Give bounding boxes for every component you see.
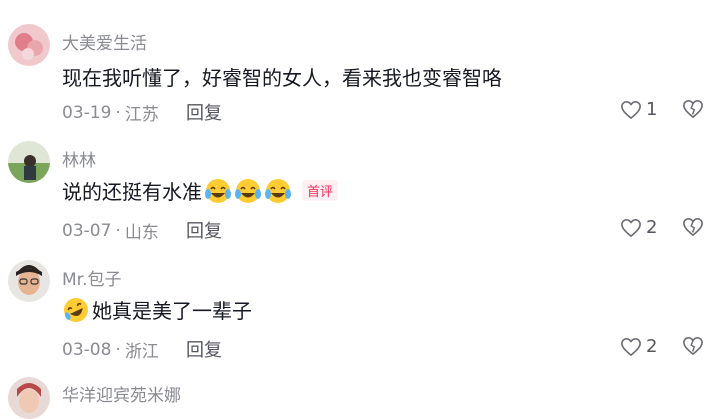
comment-text: 说的还挺有水准 首评 (62, 176, 339, 205)
dislike-button[interactable] (682, 336, 704, 360)
reply-button[interactable]: 回复 (186, 217, 222, 243)
comment-meta: 03-07 · 山东 (62, 218, 159, 244)
broken-heart-icon (683, 218, 703, 236)
separator-dot: · (115, 339, 121, 360)
reply-button[interactable]: 回复 (186, 336, 222, 362)
separator-dot: · (115, 102, 121, 123)
avatar[interactable] (8, 377, 50, 419)
comment-meta: 03-19 · 江苏 (62, 100, 159, 126)
avatar[interactable] (8, 260, 50, 302)
laughing-crying-emoji (265, 178, 291, 203)
comment-date: 03-07 (62, 220, 112, 241)
like-count: 2 (646, 217, 658, 238)
username[interactable]: Mr.包子 (62, 265, 122, 290)
comment-text-body: 她真是美了一辈子 (92, 299, 252, 323)
previous-comment-cutoff (0, 0, 720, 6)
comment-text: 她真是美了一辈子 (62, 295, 252, 324)
username[interactable]: 林林 (62, 146, 96, 171)
comment-meta: 03-08 · 浙江 (62, 337, 159, 363)
comment-location: 浙江 (124, 342, 159, 362)
laughing-crying-emoji (235, 178, 261, 203)
heart-icon (621, 218, 641, 237)
username[interactable]: 大美爱生活 (62, 29, 147, 54)
avatar[interactable] (8, 24, 50, 66)
like-count: 1 (646, 99, 658, 120)
username[interactable]: 华洋迎宾苑米娜 (62, 381, 181, 406)
avatar[interactable] (8, 141, 50, 183)
comment-text: 现在我听懂了，好睿智的女人，看来我也变睿智咯 (62, 62, 502, 91)
broken-heart-icon (683, 337, 703, 355)
heart-icon (621, 337, 641, 356)
comment-text-body: 说的还挺有水准 (62, 180, 202, 204)
like-button[interactable]: 1 (620, 99, 657, 120)
dislike-button[interactable] (682, 217, 704, 241)
broken-heart-icon (683, 100, 703, 118)
rolling-laughing-emoji (64, 297, 88, 322)
like-button[interactable]: 2 (620, 336, 657, 357)
first-comment-badge: 首评 (302, 180, 339, 201)
comment-location: 江苏 (124, 105, 159, 125)
comment-text-body: 现在我听懂了，好睿智的女人，看来我也变睿智咯 (62, 66, 502, 90)
dislike-button[interactable] (682, 99, 704, 123)
laughing-crying-emoji (205, 178, 231, 203)
heart-icon (621, 100, 641, 119)
comment-date: 03-08 (62, 339, 112, 360)
like-button[interactable]: 2 (620, 217, 657, 238)
reply-button[interactable]: 回复 (186, 99, 222, 125)
comment-location: 山东 (124, 223, 159, 243)
comment-date: 03-19 (62, 102, 112, 123)
like-count: 2 (646, 336, 658, 357)
separator-dot: · (115, 220, 121, 241)
